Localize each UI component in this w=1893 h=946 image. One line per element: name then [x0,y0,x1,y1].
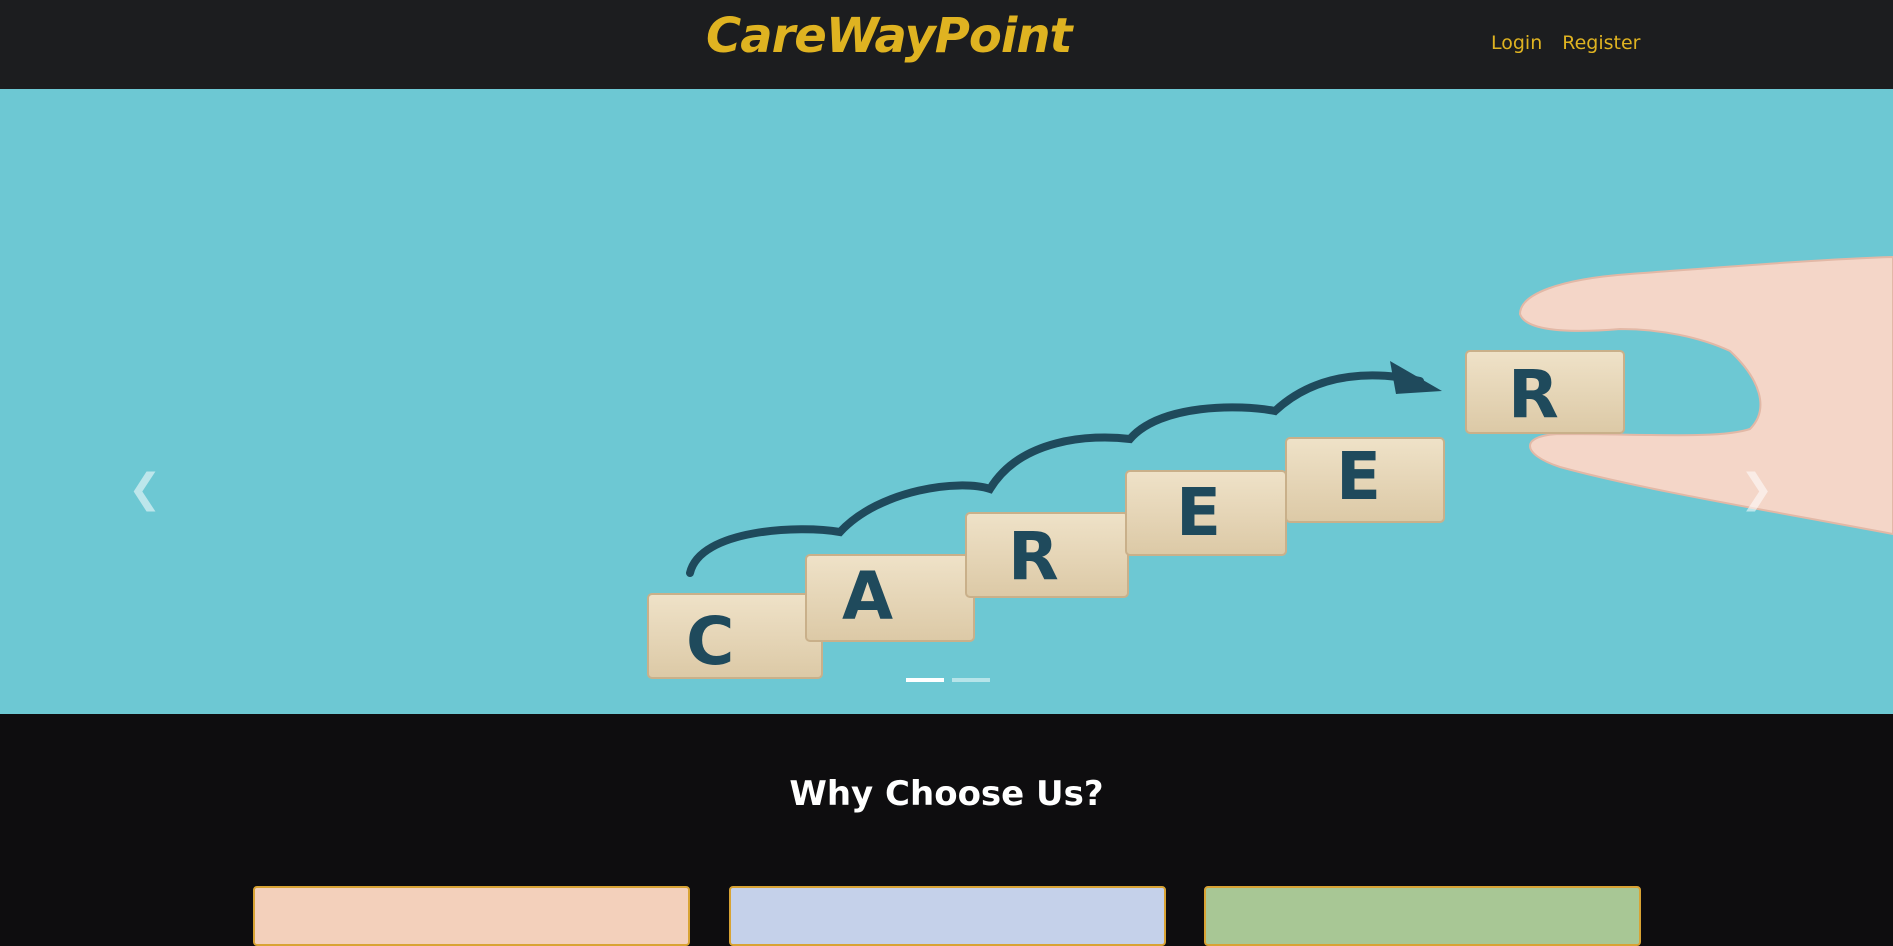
feature-card [1204,886,1641,946]
block-letter: E [1176,474,1221,551]
feature-card [729,886,1166,946]
chevron-left-icon[interactable]: ❮ [128,469,162,509]
top-navbar: CareWayPoint Login Register [0,0,1893,89]
carousel-indicator[interactable] [952,678,990,682]
section-title: Why Choose Us? [789,774,1104,814]
brand-logo[interactable]: CareWayPoint [706,8,1072,64]
career-blocks-image: C A R E E R [647,255,1893,680]
block-letter: R [1008,518,1059,595]
carousel-indicator[interactable] [906,678,944,682]
block-letter: C [686,603,734,680]
login-link[interactable]: Login [1491,32,1542,54]
carousel-indicators [906,678,990,682]
block-letter: A [842,558,893,635]
letter-blocks [647,350,1625,679]
why-choose-us-section: Why Choose Us? [0,714,1893,946]
hero-carousel: C A R E E R ❮ ❯ [0,89,1893,714]
chevron-right-icon[interactable]: ❯ [1740,469,1774,509]
nav-links: Login Register [1491,32,1641,54]
register-link[interactable]: Register [1562,32,1640,54]
block-letter: R [1508,356,1559,433]
feature-card [253,886,690,946]
block-letter: E [1336,438,1381,515]
